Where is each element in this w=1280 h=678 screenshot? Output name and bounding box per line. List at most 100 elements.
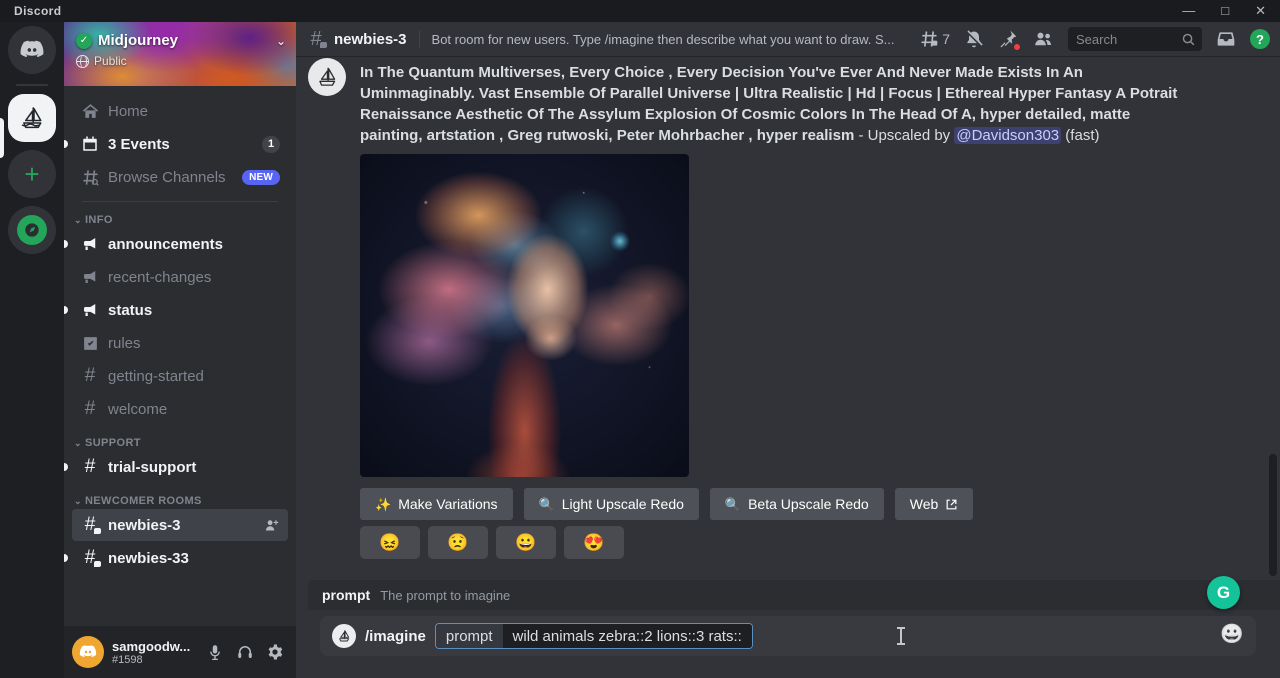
reactions: 😖 😟 😀 😍 [360,526,1190,559]
sidebar-item-browse-channels[interactable]: Browse Channels NEW [72,161,288,193]
chevron-down-icon: ⌄ [74,496,82,507]
search-input[interactable]: Search [1068,27,1202,51]
channel-rules[interactable]: rules [72,327,288,359]
search-placeholder: Search [1076,32,1177,47]
sidebar-item-events[interactable]: 3 Events 1 [72,128,288,160]
megaphone-icon [80,267,100,287]
discord-home-button[interactable] [8,26,56,74]
server-banner[interactable]: ✓ Midjourney ⌄ Public [64,22,296,86]
section-header-newcomer-rooms[interactable]: ⌄ NEWCOMER ROOMS [74,495,288,507]
beta-upscale-redo-button[interactable]: 🔍 Beta Upscale Redo [710,488,884,520]
unread-indicator [64,306,68,314]
emoji: 😟 [447,533,468,553]
channel-name: welcome [108,401,280,418]
emoji: 😍 [583,533,604,553]
server-rail: + [0,22,64,678]
web-button[interactable]: Web [895,488,974,520]
section-title: INFO [85,214,113,226]
rail-divider [16,84,48,86]
channel-name: rules [108,335,280,352]
notifications-off-icon[interactable] [964,29,984,49]
avatar[interactable] [72,636,104,668]
mic-button[interactable] [202,639,228,665]
minimize-button[interactable]: — [1182,1,1195,21]
settings-gear-button[interactable] [262,639,288,665]
sparkles-icon: ✨ [375,498,391,511]
channel-header: # newbies-3 Bot room for new users. Type… [296,22,1280,56]
composer: G prompt The prompt to imagine /imagine … [296,580,1280,678]
user-mention[interactable]: @Davidson303 [954,127,1061,144]
home-icon [80,101,100,121]
server-name: Midjourney [98,32,270,49]
hash-icon: # [80,366,100,386]
app-title: Discord [14,4,61,18]
section-title: NEWCOMER ROOMS [85,495,202,507]
channel-status[interactable]: status [72,294,288,326]
light-upscale-redo-button[interactable]: 🔍 Light Upscale Redo [524,488,699,520]
unread-indicator [64,554,68,562]
button-label: Beta Upscale Redo [748,496,869,512]
hash-chat-icon: # [306,29,326,49]
channel-announcements[interactable]: announcements [72,228,288,260]
chat-main: # newbies-3 Bot room for new users. Type… [296,22,1280,678]
command-option-pill[interactable]: prompt wild animals zebra::2 lions::3 ra… [435,623,753,649]
sidebar-item-label: Home [108,103,280,120]
hash-chat-icon: # [80,548,100,568]
headphones-button[interactable] [232,639,258,665]
button-label: Light Upscale Redo [562,496,684,512]
user-info[interactable]: samgoodw... #1598 [112,639,194,666]
browse-channels-icon [80,167,100,187]
emoji-picker-button[interactable]: 😀 [1220,625,1244,644]
section-title: SUPPORT [85,437,141,449]
reaction-confounded[interactable]: 😖 [360,526,420,559]
threads-button[interactable]: 7 [919,29,950,49]
button-label: Web [910,496,939,512]
threads-count: 7 [942,31,950,47]
autocomplete-option[interactable]: prompt [322,587,370,603]
make-variations-button[interactable]: ✨ Make Variations [360,488,513,520]
external-link-icon [945,498,958,511]
channel-newbies-3[interactable]: # newbies-3 [72,509,288,541]
server-icon-midjourney[interactable] [8,94,56,142]
chevron-down-icon: ⌄ [74,215,82,226]
message-input[interactable]: /imagine prompt wild animals zebra::2 li… [320,616,1256,656]
new-feature-badge: NEW [242,170,280,185]
bot-avatar[interactable] [308,58,346,96]
channel-topic[interactable]: Bot room for new users. Type /imagine th… [432,32,912,47]
reaction-worried[interactable]: 😟 [428,526,488,559]
channel-title: newbies-3 [334,31,407,48]
add-server-button[interactable]: + [8,150,56,198]
globe-icon [76,55,89,68]
pinned-messages-button[interactable] [998,29,1018,49]
reaction-heart-eyes[interactable]: 😍 [564,526,624,559]
sidebar-item-home[interactable]: Home [72,95,288,127]
section-header-support[interactable]: ⌄ SUPPORT [74,437,288,449]
chevron-down-icon[interactable]: ⌄ [276,34,286,48]
window-controls: — □ ✕ [1182,1,1266,21]
generated-image[interactable] [360,154,689,477]
close-button[interactable]: ✕ [1255,1,1266,21]
member-list-button[interactable] [1032,29,1054,49]
grammarly-icon[interactable]: G [1207,576,1240,609]
inbox-button[interactable] [1216,29,1236,49]
scrollbar-thumb[interactable] [1269,454,1277,576]
maximize-button[interactable]: □ [1221,1,1229,21]
message-buttons: ✨ Make Variations 🔍 Light Upscale Redo 🔍… [360,488,1190,520]
channel-trial-support[interactable]: # trial-support [72,451,288,483]
slash-command: /imagine [365,628,426,645]
explore-servers-button[interactable] [8,206,56,254]
option-name: prompt [436,624,503,648]
channel-name: getting-started [108,368,280,385]
help-button[interactable]: ? [1250,29,1270,49]
channel-name: announcements [108,236,280,253]
section-header-info[interactable]: ⌄ INFO [74,214,288,226]
command-autocomplete[interactable]: prompt The prompt to imagine [308,580,1280,610]
channel-newbies-33[interactable]: # newbies-33 [72,542,288,574]
option-value[interactable]: wild animals zebra::2 lions::3 rats:: [503,624,752,648]
invite-member-icon[interactable] [263,517,280,534]
channel-recent-changes[interactable]: recent-changes [72,261,288,293]
channel-welcome[interactable]: # welcome [72,393,288,425]
channel-getting-started[interactable]: # getting-started [72,360,288,392]
active-server-pill [0,118,4,158]
reaction-grinning[interactable]: 😀 [496,526,556,559]
